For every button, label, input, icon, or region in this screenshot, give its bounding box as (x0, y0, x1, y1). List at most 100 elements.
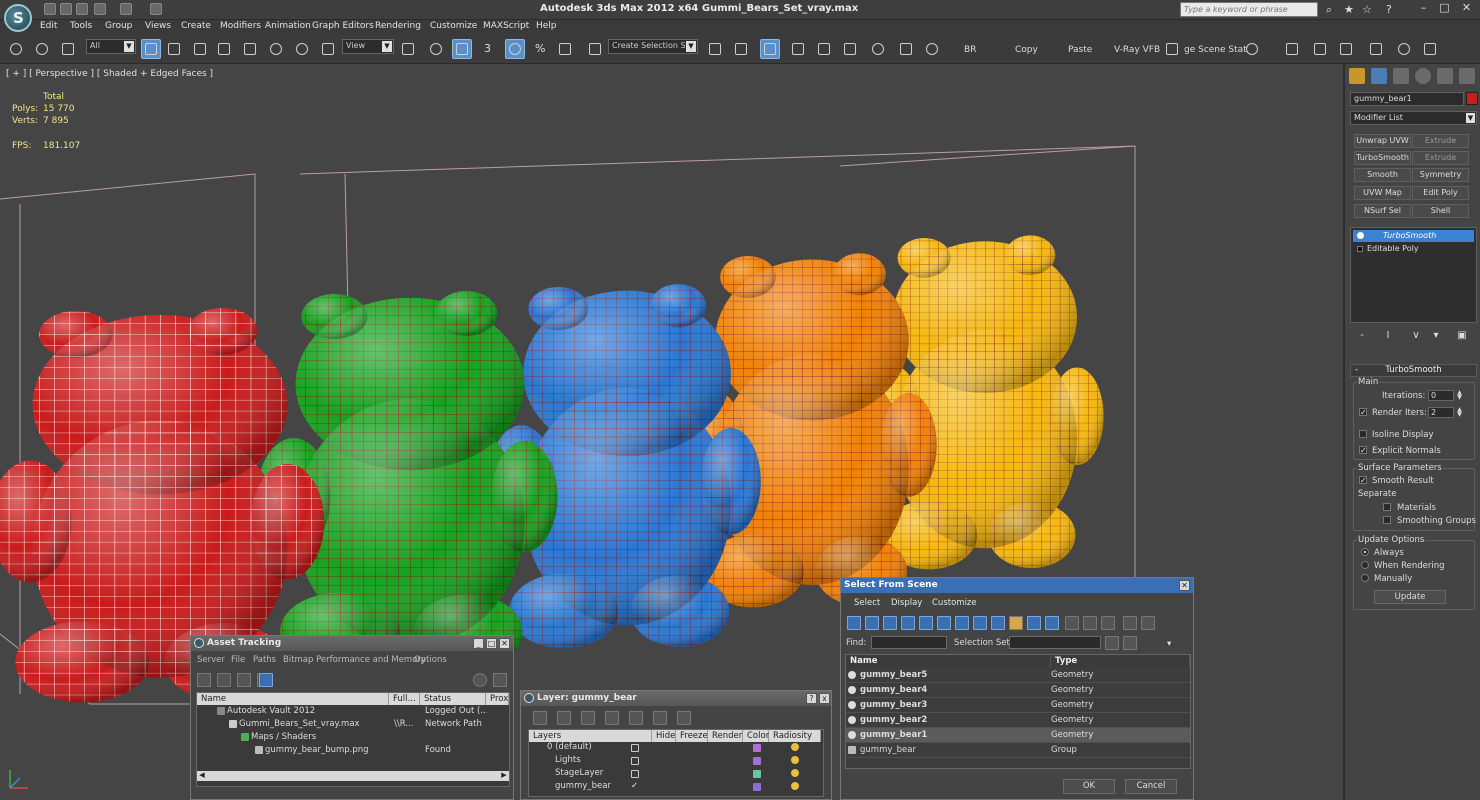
hierarchy-tab-icon[interactable] (1393, 68, 1409, 84)
project-folder-icon[interactable] (150, 3, 162, 15)
maximize-button[interactable]: □ (1437, 1, 1452, 15)
selection-set-dropdown[interactable] (1009, 636, 1101, 649)
layer-col-render[interactable]: Render (708, 730, 743, 742)
uvw-map-button[interactable]: UVW Map (1354, 186, 1411, 200)
unlink-icon[interactable] (32, 39, 52, 59)
app-logo[interactable]: S (4, 4, 32, 32)
layer-current-box[interactable] (631, 757, 639, 765)
asset-refresh-icon[interactable] (197, 673, 211, 687)
edit-poly-button[interactable]: Edit Poly (1412, 186, 1469, 200)
expand-toolbar-icon[interactable]: ▾ (1167, 638, 1177, 650)
close-button[interactable]: ✕ (1459, 1, 1474, 15)
menu-rendering[interactable]: Rendering (375, 21, 421, 31)
select-object-icon[interactable] (141, 39, 161, 59)
minimize-button[interactable]: – (1416, 1, 1431, 15)
new-file-icon[interactable] (44, 3, 56, 15)
edit-named-selection-icon[interactable] (585, 39, 605, 59)
table-row[interactable]: Maps / Shaders (251, 731, 387, 743)
render-frame-icon[interactable] (1336, 39, 1356, 59)
named-selection-set-dropdown[interactable]: Create Selection Se ▼ (608, 39, 698, 54)
layer-col-radiosity[interactable]: Radiosity (769, 730, 821, 742)
layer-color-swatch[interactable] (753, 744, 761, 752)
bind-space-warp-icon[interactable] (58, 39, 78, 59)
scene-states-button[interactable]: ge Scene Stat (1184, 45, 1247, 55)
asset-help-icon[interactable] (473, 673, 487, 687)
radiosity-icon[interactable] (791, 782, 799, 790)
asset-settings-icon[interactable] (493, 673, 507, 687)
select-move-icon[interactable] (240, 39, 260, 59)
iterations-spinner-arrows[interactable]: ▲ ▼ (1456, 390, 1463, 401)
vray-vfb-button[interactable]: V-Ray VFB (1114, 45, 1160, 55)
update-button[interactable]: Update (1374, 590, 1446, 604)
object-name[interactable]: gummy_bear5 (860, 669, 1050, 681)
isoline-display-checkbox[interactable] (1359, 430, 1367, 438)
object-name[interactable]: gummy_bear1 (860, 729, 1050, 741)
explicit-normals-checkbox[interactable]: ✓ (1359, 446, 1367, 455)
col-name[interactable]: Name (846, 655, 1051, 667)
scroll-right-icon[interactable]: ▶ (499, 771, 509, 781)
br-button[interactable]: BR (964, 45, 976, 55)
render-production-icon[interactable] (922, 39, 942, 59)
display-xrefs-icon[interactable] (973, 616, 987, 630)
asset-close-button[interactable]: ✕ (499, 638, 510, 649)
batch-render-icon[interactable] (1310, 39, 1330, 59)
menu-modifiers[interactable]: Modifiers (220, 21, 261, 31)
expand-icon[interactable] (1357, 246, 1363, 252)
paste-button[interactable]: Paste (1068, 45, 1092, 55)
highlight-layer-icon[interactable] (629, 711, 643, 725)
display-helpers-icon[interactable] (919, 616, 933, 630)
make-unique-icon[interactable]: ∨ (1409, 330, 1423, 344)
menu-customize[interactable]: Customize (430, 21, 477, 31)
asset-menu-bitmap-performance[interactable]: Bitmap Performance and Memory (283, 655, 426, 665)
object-name[interactable]: gummy_bear4 (860, 684, 1050, 696)
material-editor-icon[interactable] (868, 39, 888, 59)
display-all-icon[interactable] (1065, 616, 1079, 630)
extrude-button-2[interactable]: Extrude (1412, 151, 1469, 165)
keyboard-shortcut-override-icon[interactable] (452, 39, 472, 59)
search-input[interactable]: Type a keyword or phrase (1180, 2, 1318, 17)
menu-graph-editors[interactable]: Graph Editors (312, 21, 374, 31)
select-manipulate-icon[interactable] (426, 39, 446, 59)
layer-current-box[interactable] (631, 770, 639, 778)
layer-color-swatch[interactable] (753, 783, 761, 791)
manually-radio[interactable] (1361, 574, 1369, 582)
xref-icon[interactable] (1366, 39, 1386, 59)
unwrap-uvw-button[interactable]: Unwrap UVW (1354, 134, 1411, 148)
remove-modifier-icon[interactable]: ▾ (1429, 330, 1443, 344)
viewport-label[interactable]: [ + ] [ Perspective ] [ Shaded + Edged F… (6, 69, 213, 79)
asset-tracking-titlebar[interactable]: Asset Tracking (191, 636, 513, 651)
radiosity-icon[interactable] (791, 769, 799, 777)
asset-horizontal-scrollbar[interactable] (197, 771, 509, 781)
stack-item-editable-poly[interactable]: Editable Poly (1353, 243, 1474, 255)
select-menu-select[interactable]: Select (854, 598, 880, 608)
window-crossing-icon[interactable] (214, 39, 234, 59)
turbosmooth-button[interactable]: TurboSmooth (1354, 151, 1411, 165)
smooth-result-checkbox[interactable]: ✓ (1359, 476, 1367, 485)
asset-menu-server[interactable]: Server (197, 655, 225, 665)
display-hidden-icon[interactable] (1045, 616, 1059, 630)
display-geometry-icon[interactable] (847, 616, 861, 630)
communication-icon[interactable]: ☆ (1362, 3, 1372, 16)
select-close-button[interactable]: ✕ (1179, 580, 1190, 591)
redo-icon[interactable] (120, 3, 132, 15)
render-iters-checkbox[interactable]: ✓ (1359, 408, 1367, 417)
nsurf-sel-button[interactable]: NSurf Sel (1354, 204, 1411, 218)
delete-layer-icon[interactable] (557, 711, 571, 725)
layer-manager-icon[interactable] (760, 39, 780, 59)
ribbon-toggle-icon[interactable] (1420, 39, 1440, 59)
asset-col-proxy[interactable]: Prox (486, 693, 509, 705)
hide-all-layers-icon[interactable] (653, 711, 667, 725)
show-end-result-icon[interactable]: I (1381, 330, 1395, 344)
menu-group[interactable]: Group (105, 21, 132, 31)
help-icon[interactable]: ? (1386, 3, 1392, 16)
mirror-icon[interactable] (705, 39, 725, 59)
asset-col-full[interactable]: Full... (389, 693, 420, 705)
display-shapes-icon[interactable] (865, 616, 879, 630)
link-icon[interactable] (6, 39, 26, 59)
create-tab-icon[interactable] (1349, 68, 1365, 84)
save-file-icon[interactable] (76, 3, 88, 15)
angle-snap-icon[interactable] (505, 39, 525, 59)
display-frozen-icon[interactable] (1027, 616, 1041, 630)
ok-button[interactable]: OK (1063, 779, 1115, 794)
pivot-center-icon[interactable] (398, 39, 418, 59)
